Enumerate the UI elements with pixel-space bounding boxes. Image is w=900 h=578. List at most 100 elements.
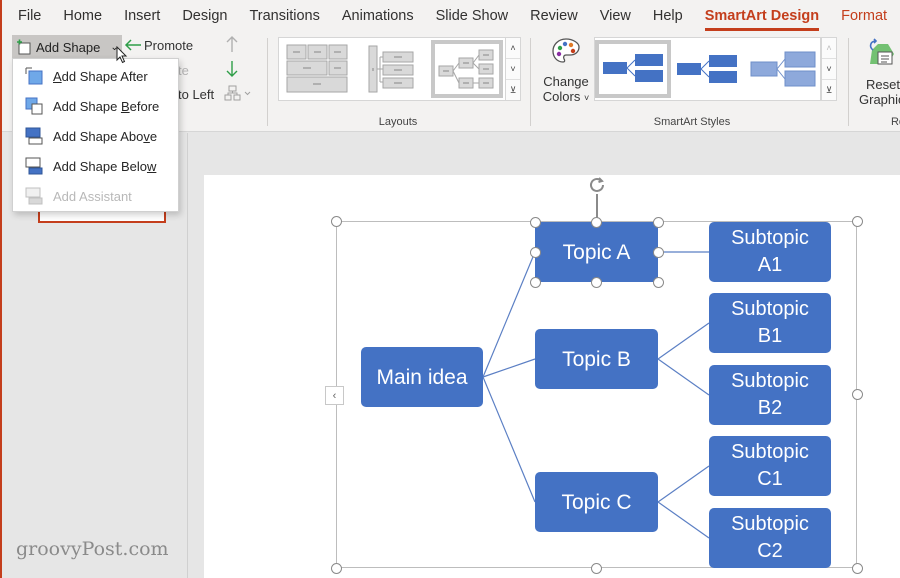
gallery-scroll-up[interactable]: ˄ <box>822 38 836 59</box>
tab-view[interactable]: View <box>600 2 631 30</box>
add-shape-before-icon <box>25 97 43 115</box>
layouts-group-label: Layouts <box>378 116 418 128</box>
menu-item-add-shape-below[interactable]: Add Shape Below <box>13 151 178 181</box>
access-key: B <box>120 98 130 114</box>
node-subtopic-a1[interactable]: Subtopic A1 <box>709 222 831 282</box>
frame-resize-handle[interactable] <box>590 562 602 574</box>
tab-file[interactable]: File <box>18 2 41 30</box>
rotate-handle-icon[interactable] <box>586 174 608 201</box>
node-topic-b[interactable]: Topic B <box>535 329 658 389</box>
menu-item-label: Add Shape Before <box>53 99 159 114</box>
tab-transitions[interactable]: Transitions <box>249 2 319 30</box>
text-pane-toggle[interactable]: ‹ <box>325 386 344 405</box>
group-separator <box>530 38 531 126</box>
layout-option-vertical-bracket[interactable] <box>365 40 421 98</box>
tab-format[interactable]: Format <box>841 2 887 30</box>
shape-resize-handle[interactable] <box>652 216 664 228</box>
change-colors-label-2: Colors <box>542 89 581 104</box>
access-key: w <box>146 158 157 174</box>
gallery-scroll-up[interactable]: ˄ <box>506 38 520 59</box>
gallery-scroll-down[interactable]: ˅ <box>506 59 520 80</box>
tab-home[interactable]: Home <box>63 2 102 30</box>
add-shape-above-icon <box>25 127 43 145</box>
node-topic-c[interactable]: Topic C <box>535 472 658 532</box>
layout-option-horizontal-hierarchy[interactable] <box>431 40 503 98</box>
node-text-line: Subtopic <box>731 513 809 535</box>
add-shape-below-icon <box>25 157 43 175</box>
tab-review[interactable]: Review <box>530 2 578 30</box>
frame-resize-handle[interactable] <box>330 215 342 227</box>
powerpoint-window: File Home Insert Design Transitions Anim… <box>0 0 900 578</box>
chevron-down-icon: ˅ <box>583 93 590 103</box>
reset-graphic-button[interactable]: Reset Graphic <box>858 38 900 108</box>
node-text-line: Subtopic <box>731 298 809 320</box>
menu-item-add-shape-before[interactable]: Add Shape Before <box>13 91 178 121</box>
node-subtopic-b2[interactable]: Subtopic B2 <box>709 365 831 425</box>
reset-group-label: Re <box>890 116 900 128</box>
layout-org-chart-icon[interactable] <box>224 85 252 106</box>
shape-resize-handle[interactable] <box>590 216 602 228</box>
access-key: A <box>53 68 62 84</box>
menu-item-label: Add Shape Below <box>53 159 156 174</box>
smartart-styles-gallery <box>594 37 821 101</box>
style-option-simple-fill[interactable] <box>595 40 671 98</box>
menu-item-add-shape-after[interactable]: Add Shape After <box>13 61 178 91</box>
tab-insert[interactable]: Insert <box>124 2 160 30</box>
move-down-icon[interactable] <box>225 60 239 83</box>
shape-resize-handle[interactable] <box>529 246 541 258</box>
gallery-scroll-down[interactable]: ˅ <box>822 59 836 80</box>
add-shape-button[interactable]: Add Shape ⌄ <box>12 35 122 59</box>
node-main-idea[interactable]: Main idea <box>361 347 483 407</box>
menu-item-label: Add Assistant <box>53 189 132 204</box>
gallery-more[interactable]: ⊻ <box>822 80 836 101</box>
frame-resize-handle[interactable] <box>330 562 342 574</box>
ribbon-tab-bar: File Home Insert Design Transitions Anim… <box>2 0 900 32</box>
layout-option-block-list[interactable] <box>285 40 349 98</box>
gallery-more[interactable]: ⊻ <box>506 80 520 101</box>
label-part: Add Shape Belo <box>53 158 147 174</box>
shape-resize-handle[interactable] <box>652 246 664 258</box>
label-part: efore <box>129 98 160 114</box>
shape-resize-handle[interactable] <box>590 276 602 288</box>
frame-resize-handle[interactable] <box>851 215 863 227</box>
demote-button[interactable]: te <box>178 63 189 78</box>
node-subtopic-b1[interactable]: Subtopic B1 <box>709 293 831 353</box>
frame-resize-handle[interactable] <box>851 562 863 574</box>
label-part: e <box>149 128 158 144</box>
label-part: ant <box>113 188 132 204</box>
tab-help[interactable]: Help <box>653 2 683 30</box>
layouts-gallery-scroll: ˄ ˅ ⊻ <box>505 37 521 101</box>
move-up-icon[interactable] <box>225 35 239 58</box>
node-subtopic-c1[interactable]: Subtopic C1 <box>709 436 831 496</box>
tab-smartart-design[interactable]: SmartArt Design <box>704 2 820 31</box>
change-colors-label-row: Colors ˅ <box>540 89 592 104</box>
group-separator <box>267 38 268 126</box>
change-colors-button[interactable]: Change Colors ˅ <box>540 36 592 108</box>
styles-gallery-scroll: ˄ ˅ ⊻ <box>821 37 837 101</box>
right-to-left-button[interactable]: to Left <box>178 87 214 102</box>
node-text-line: Subtopic <box>731 370 809 392</box>
label-part: Add Shape <box>53 98 121 114</box>
promote-button[interactable]: Promote <box>144 38 193 53</box>
node-topic-a[interactable]: Topic A <box>535 222 658 282</box>
shape-resize-handle[interactable] <box>529 216 541 228</box>
menu-item-label: Add Shape After <box>53 69 148 84</box>
shape-resize-handle[interactable] <box>529 276 541 288</box>
node-subtopic-c2[interactable]: Subtopic C2 <box>709 508 831 568</box>
label-part: Add Assis <box>53 188 111 204</box>
palette-icon <box>550 36 582 68</box>
tab-animations[interactable]: Animations <box>342 2 414 30</box>
style-option-white-outline[interactable] <box>675 40 745 98</box>
frame-resize-handle[interactable] <box>851 389 863 400</box>
reset-label-2: Graphic <box>859 92 900 107</box>
add-shape-menu: Add Shape After Add Shape Before Add Sha… <box>12 58 179 212</box>
menu-item-label: Add Shape Above <box>53 129 157 144</box>
tab-slide-show[interactable]: Slide Show <box>436 2 509 30</box>
label-part: Add Shape Abo <box>53 128 144 144</box>
style-option-subtle-effect[interactable] <box>747 40 819 98</box>
change-colors-label-1: Change <box>543 74 589 89</box>
menu-item-add-shape-above[interactable]: Add Shape Above <box>13 121 178 151</box>
shape-resize-handle[interactable] <box>652 276 664 288</box>
node-text-line: C1 <box>757 468 783 490</box>
tab-design[interactable]: Design <box>182 2 227 30</box>
